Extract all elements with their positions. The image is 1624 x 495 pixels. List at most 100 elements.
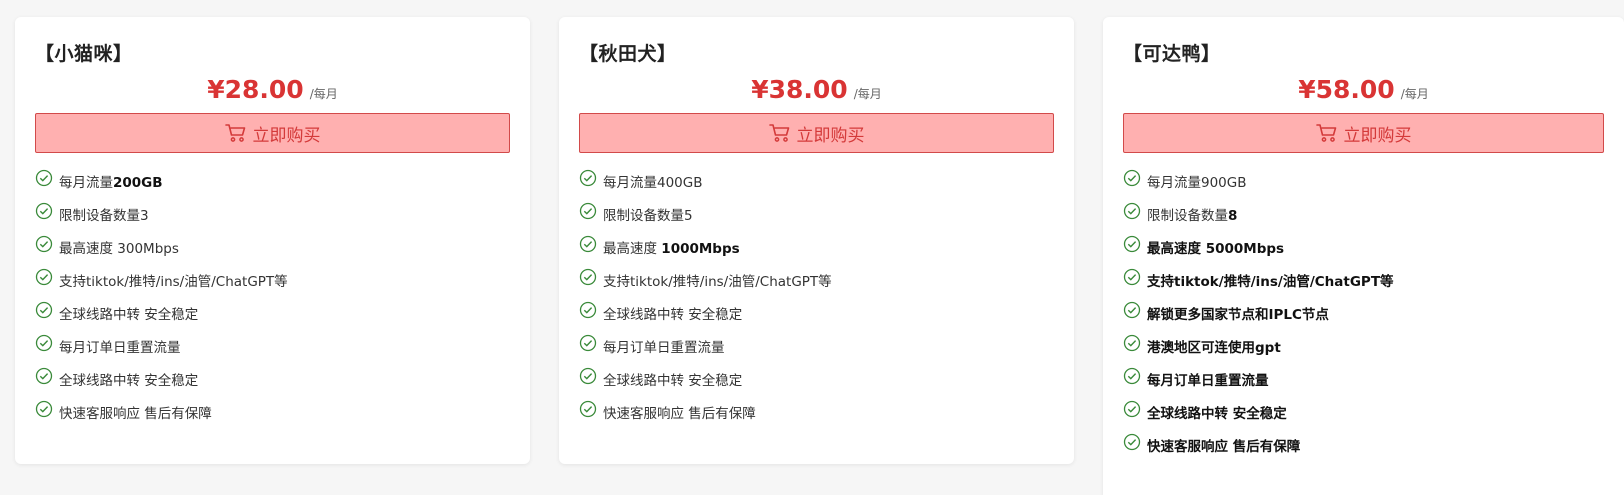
feature-item: 最高速度 5000Mbps bbox=[1123, 235, 1604, 270]
feature-text: 解锁更多国家节点和IPLC节点 bbox=[1147, 307, 1329, 323]
feature-text: 最高速度 5000Mbps bbox=[1147, 241, 1285, 257]
check-circle-icon bbox=[1123, 400, 1141, 418]
feature-text: 最高速度 300Mbps bbox=[59, 241, 179, 257]
feature-text: 全球线路中转 安全稳定 bbox=[603, 307, 743, 323]
check-circle-icon bbox=[1123, 301, 1141, 319]
check-circle-icon bbox=[1123, 202, 1141, 220]
buy-now-label: 立即购买 bbox=[1343, 125, 1412, 146]
plan-title: 【可达鸭】 bbox=[1123, 43, 1221, 65]
check-circle-icon bbox=[579, 334, 597, 352]
check-circle-icon bbox=[579, 268, 597, 286]
feature-item: 最高速度 1000Mbps bbox=[579, 235, 1054, 270]
plan-title: 【秋田犬】 bbox=[579, 43, 677, 65]
feature-item: 解锁更多国家节点和IPLC节点 bbox=[1123, 301, 1604, 336]
feature-text: 快速客服响应 售后有保障 bbox=[603, 406, 756, 422]
check-circle-icon bbox=[35, 400, 53, 418]
feature-text: 限制设备数量3 bbox=[59, 208, 149, 224]
plan-period: /每月 bbox=[309, 87, 338, 101]
check-circle-icon bbox=[35, 169, 53, 187]
shopping-cart-icon bbox=[768, 124, 789, 142]
feature-item: 每月订单日重置流量 bbox=[579, 334, 1054, 369]
buy-now-button[interactable]: 立即购买 bbox=[579, 113, 1054, 153]
buy-now-label: 立即购买 bbox=[796, 125, 865, 146]
feature-item: 港澳地区可连使用gpt bbox=[1123, 334, 1604, 369]
feature-text: 全球线路中转 安全稳定 bbox=[1147, 406, 1287, 422]
plan-period: /每月 bbox=[853, 87, 882, 101]
buy-now-button[interactable]: 立即购买 bbox=[35, 113, 510, 153]
check-circle-icon bbox=[1123, 169, 1141, 187]
check-circle-icon bbox=[35, 367, 53, 385]
feature-text: 限制设备数量5 bbox=[603, 208, 693, 224]
feature-item: 每月订单日重置流量 bbox=[35, 334, 510, 369]
feature-text: 每月订单日重置流量 bbox=[59, 340, 181, 356]
check-circle-icon bbox=[1123, 268, 1141, 286]
feature-text: 限制设备数量8 bbox=[1147, 208, 1238, 224]
check-circle-icon bbox=[35, 235, 53, 253]
check-circle-icon bbox=[1123, 334, 1141, 352]
feature-item: 每月流量200GB bbox=[35, 169, 510, 204]
pricing-cards: 【小猫咪】 ¥28.00/每月 立即购买 每月流量200GB 限制设备数量3 最… bbox=[0, 0, 1624, 495]
shopping-cart-icon bbox=[1315, 124, 1336, 142]
plan-price: ¥28.00 bbox=[207, 75, 304, 104]
price-row: ¥38.00/每月 bbox=[579, 71, 1054, 109]
feature-text: 支持tiktok/推特/ins/油管/ChatGPT等 bbox=[59, 274, 288, 290]
feature-item: 全球线路中转 安全稳定 bbox=[579, 367, 1054, 402]
feature-item: 支持tiktok/推特/ins/油管/ChatGPT等 bbox=[35, 268, 510, 303]
check-circle-icon bbox=[1123, 367, 1141, 385]
check-circle-icon bbox=[579, 400, 597, 418]
feature-item: 每月订单日重置流量 bbox=[1123, 367, 1604, 402]
plan-card-kedaya: 【可达鸭】 ¥58.00/每月 立即购买 每月流量900GB 限制设备数量8 最… bbox=[1103, 17, 1624, 495]
check-circle-icon bbox=[579, 367, 597, 385]
price-row: ¥28.00/每月 bbox=[35, 71, 510, 109]
feature-text: 最高速度 1000Mbps bbox=[603, 241, 740, 257]
price-row: ¥58.00/每月 bbox=[1123, 71, 1604, 109]
buy-now-label: 立即购买 bbox=[252, 125, 321, 146]
check-circle-icon bbox=[579, 169, 597, 187]
feature-item: 每月流量400GB bbox=[579, 169, 1054, 204]
feature-text: 每月流量900GB bbox=[1147, 175, 1247, 191]
buy-now-button[interactable]: 立即购买 bbox=[1123, 113, 1604, 153]
feature-item: 快速客服响应 售后有保障 bbox=[579, 400, 1054, 435]
check-circle-icon bbox=[579, 301, 597, 319]
shopping-cart-icon bbox=[224, 124, 245, 142]
feature-list: 每月流量400GB 限制设备数量5 最高速度 1000Mbps 支持tiktok… bbox=[579, 169, 1054, 435]
feature-item: 全球线路中转 安全稳定 bbox=[35, 301, 510, 336]
feature-item: 快速客服响应 售后有保障 bbox=[35, 400, 510, 435]
plan-title: 【小猫咪】 bbox=[35, 43, 133, 65]
plan-price: ¥58.00 bbox=[1298, 75, 1395, 104]
feature-text: 全球线路中转 安全稳定 bbox=[59, 373, 199, 389]
feature-text: 全球线路中转 安全稳定 bbox=[59, 307, 199, 323]
feature-item: 限制设备数量5 bbox=[579, 202, 1054, 237]
feature-text: 每月流量400GB bbox=[603, 175, 703, 191]
check-circle-icon bbox=[579, 235, 597, 253]
plan-price: ¥38.00 bbox=[751, 75, 848, 104]
check-circle-icon bbox=[35, 334, 53, 352]
check-circle-icon bbox=[35, 202, 53, 220]
feature-item: 每月流量900GB bbox=[1123, 169, 1604, 204]
feature-text: 快速客服响应 售后有保障 bbox=[1147, 439, 1301, 455]
plan-card-xiaomaomi: 【小猫咪】 ¥28.00/每月 立即购买 每月流量200GB 限制设备数量3 最… bbox=[15, 17, 530, 464]
feature-item: 全球线路中转 安全稳定 bbox=[1123, 400, 1604, 435]
feature-text: 支持tiktok/推特/ins/油管/ChatGPT等 bbox=[1147, 274, 1394, 290]
feature-item: 支持tiktok/推特/ins/油管/ChatGPT等 bbox=[579, 268, 1054, 303]
feature-text: 快速客服响应 售后有保障 bbox=[59, 406, 212, 422]
feature-item: 限制设备数量3 bbox=[35, 202, 510, 237]
check-circle-icon bbox=[35, 301, 53, 319]
feature-text: 支持tiktok/推特/ins/油管/ChatGPT等 bbox=[603, 274, 832, 290]
feature-text: 每月订单日重置流量 bbox=[603, 340, 725, 356]
feature-item: 快速客服响应 售后有保障 bbox=[1123, 433, 1604, 468]
feature-text: 每月流量200GB bbox=[59, 175, 163, 191]
feature-item: 限制设备数量8 bbox=[1123, 202, 1604, 237]
feature-text: 全球线路中转 安全稳定 bbox=[603, 373, 743, 389]
feature-text: 港澳地区可连使用gpt bbox=[1147, 340, 1281, 356]
check-circle-icon bbox=[35, 268, 53, 286]
feature-item: 最高速度 300Mbps bbox=[35, 235, 510, 270]
check-circle-icon bbox=[579, 202, 597, 220]
check-circle-icon bbox=[1123, 235, 1141, 253]
check-circle-icon bbox=[1123, 433, 1141, 451]
feature-item: 全球线路中转 安全稳定 bbox=[35, 367, 510, 402]
feature-item: 全球线路中转 安全稳定 bbox=[579, 301, 1054, 336]
feature-item: 支持tiktok/推特/ins/油管/ChatGPT等 bbox=[1123, 268, 1604, 303]
feature-list: 每月流量900GB 限制设备数量8 最高速度 5000Mbps 支持tiktok… bbox=[1123, 169, 1604, 468]
plan-card-qiutianquan: 【秋田犬】 ¥38.00/每月 立即购买 每月流量400GB 限制设备数量5 最… bbox=[559, 17, 1074, 464]
